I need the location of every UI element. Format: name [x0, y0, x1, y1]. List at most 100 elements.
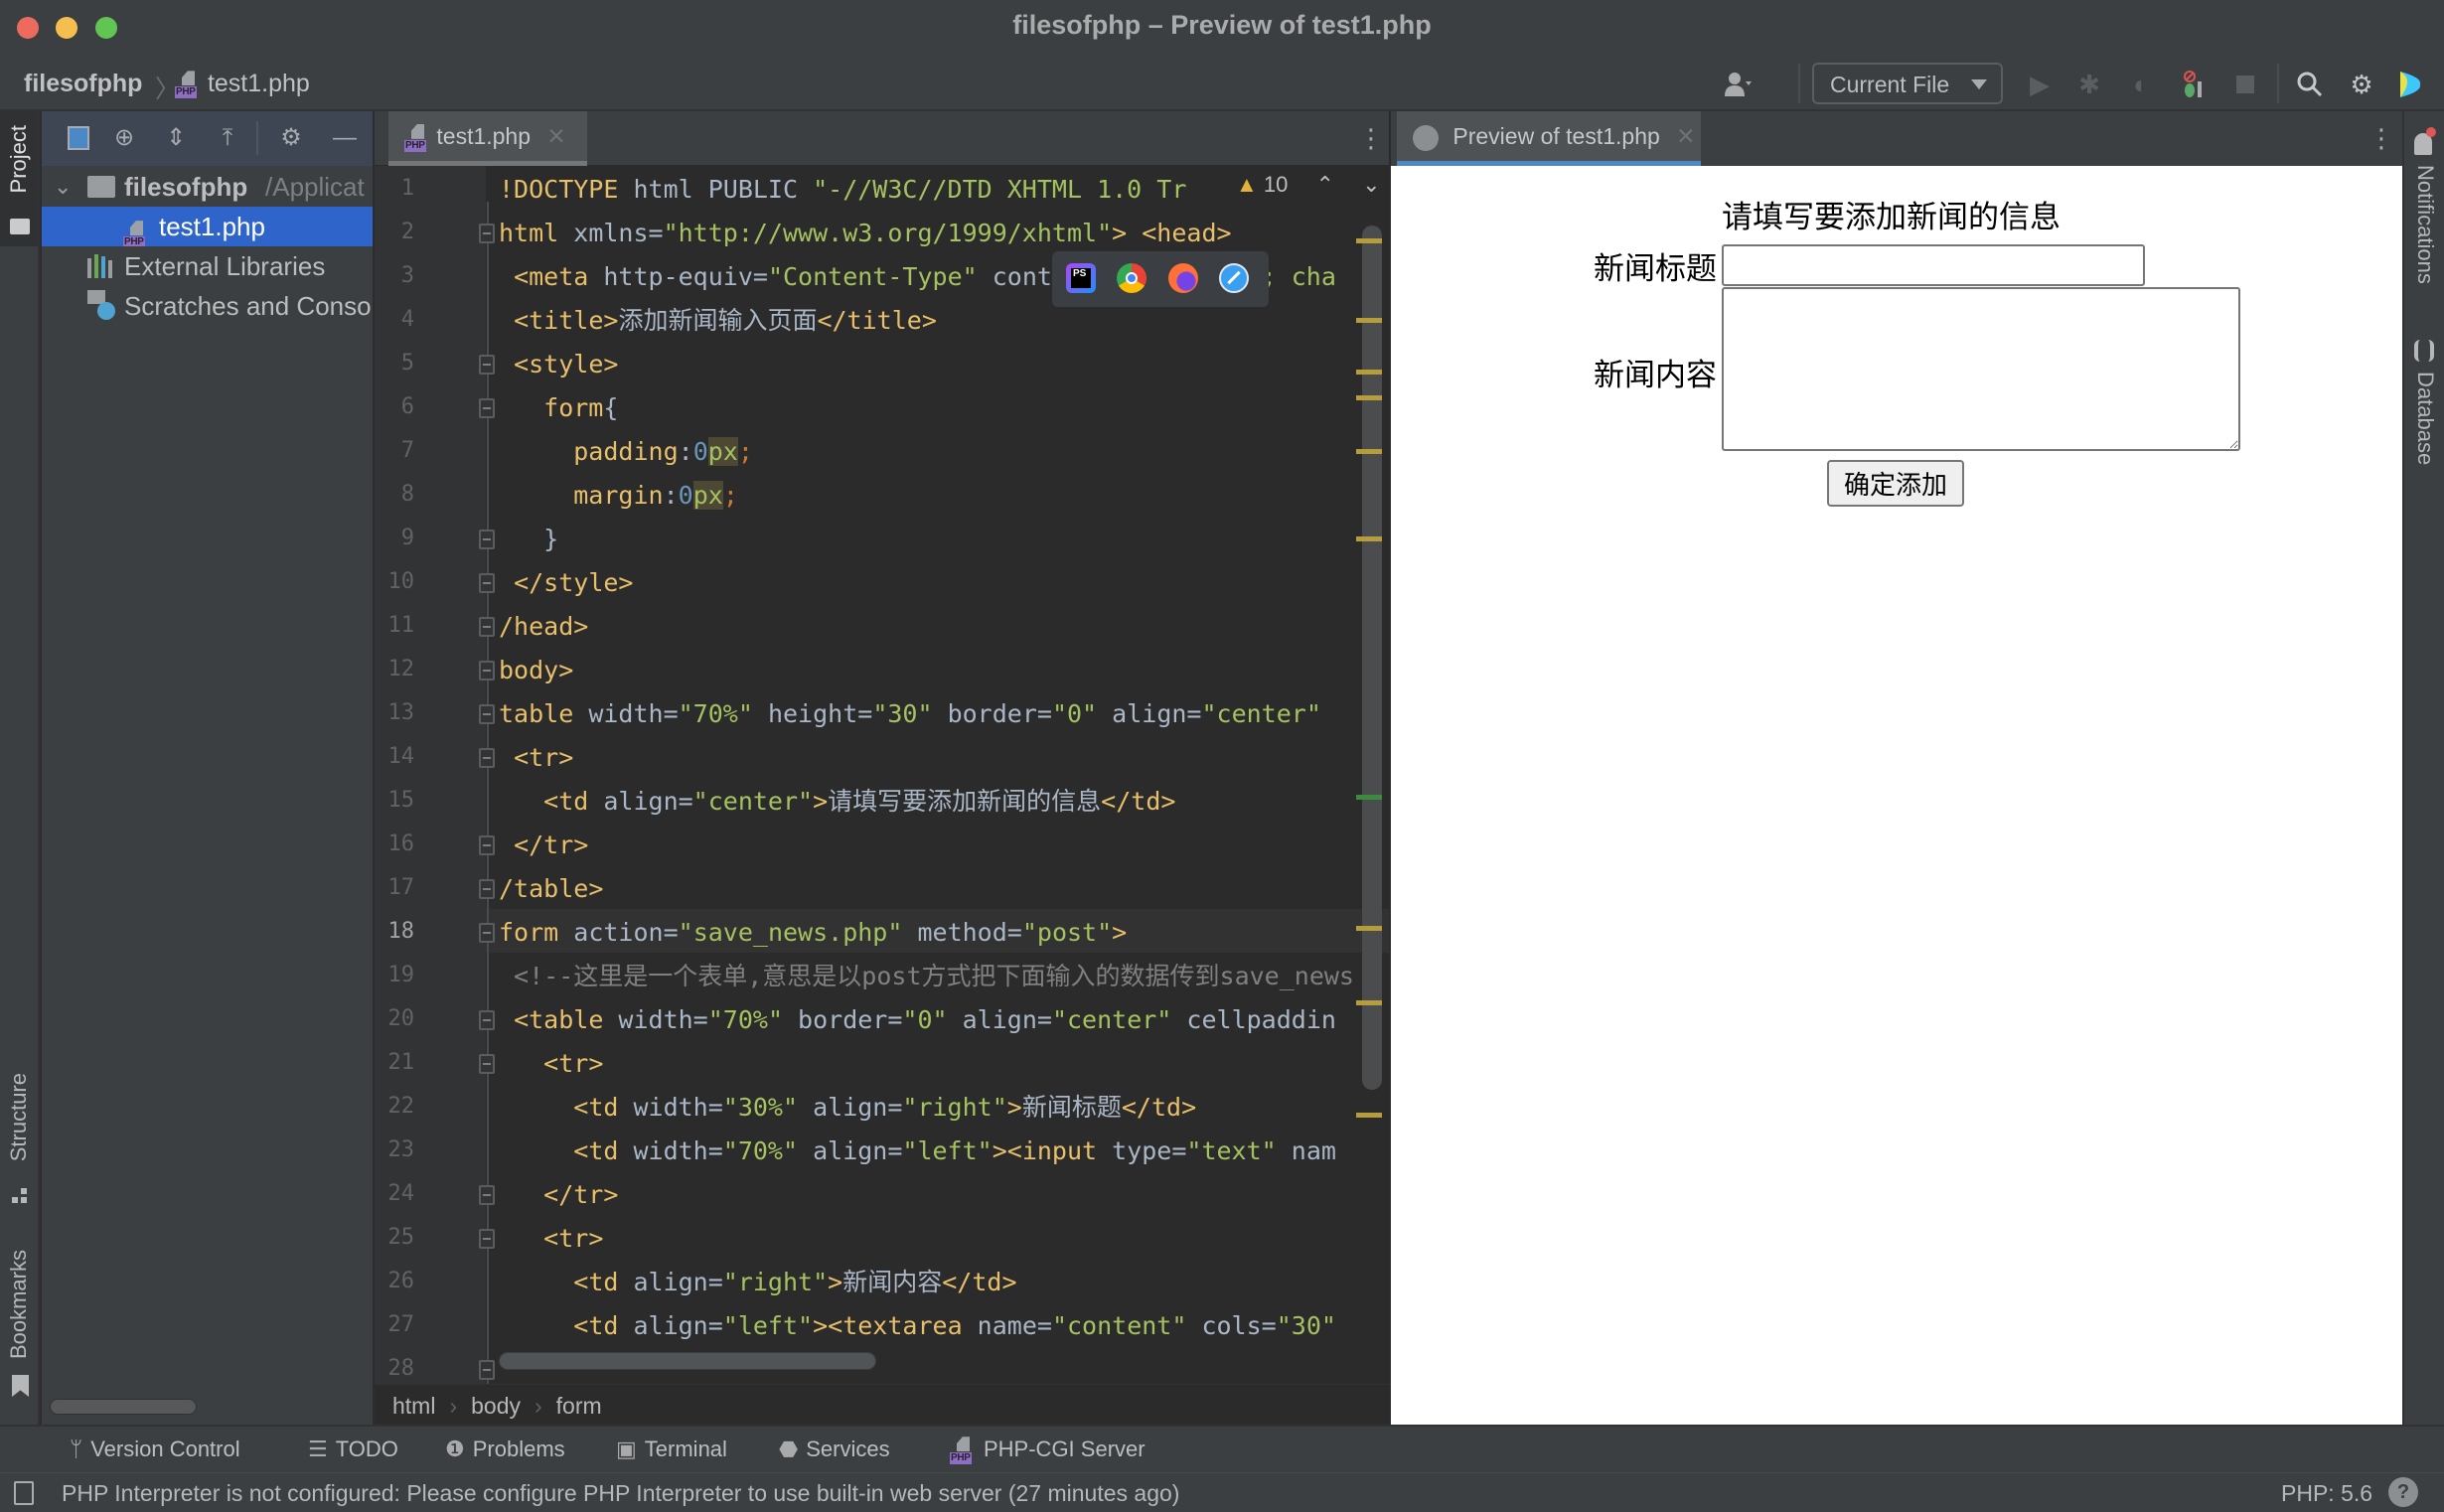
code-line[interactable]: <td width="70%" align="left"><input type… — [499, 1130, 1336, 1173]
vertical-scrollbar[interactable] — [1362, 226, 1382, 1090]
run-configuration-dropdown[interactable]: Current File — [1812, 63, 2003, 104]
code-line[interactable]: <table width="70%" border="0" align="cen… — [499, 998, 1336, 1042]
php-language-level[interactable]: PHP: 5.6 — [2281, 1480, 2372, 1507]
line-number[interactable]: 14 — [375, 744, 415, 769]
tool-window-version-control[interactable]: ᛘ Version Control — [70, 1436, 240, 1462]
collapse-all-icon[interactable]: ⤒ — [213, 123, 242, 153]
select-opened-file-icon[interactable] — [64, 123, 93, 153]
line-number[interactable]: 10 — [375, 569, 415, 594]
line-number[interactable]: 16 — [375, 832, 415, 856]
line-number[interactable]: 8 — [375, 482, 414, 507]
line-number[interactable]: 25 — [375, 1225, 415, 1250]
tab-preview-test1-php[interactable]: Preview of test1.php ✕ — [1397, 111, 1701, 166]
code-line[interactable]: <style> — [499, 343, 618, 386]
tool-window-structure-tab[interactable]: Structure — [6, 1073, 32, 1161]
coverage-icon[interactable]: ◐ — [2126, 70, 2156, 99]
code-line[interactable]: /table> — [499, 867, 603, 911]
safari-icon[interactable] — [1219, 263, 1249, 293]
line-number[interactable]: 5 — [375, 351, 414, 376]
code-line[interactable]: !DOCTYPE html PUBLIC "-//W3C//DTD XHTML … — [499, 168, 1186, 212]
line-number[interactable]: 7 — [375, 438, 414, 463]
tool-window-services[interactable]: ⬣ Services — [779, 1436, 890, 1462]
code-line[interactable]: <td align="right">新闻内容</td> — [499, 1261, 1016, 1304]
line-number[interactable]: 3 — [375, 263, 414, 288]
tool-window-terminal[interactable]: ▣ Terminal — [616, 1436, 727, 1462]
news-content-textarea[interactable] — [1722, 287, 2240, 451]
line-number[interactable]: 24 — [375, 1181, 415, 1206]
code-line[interactable]: <!--这里是一个表单,意思是以post方式把下面输入的数据传到save_new… — [499, 955, 1354, 998]
fold-end-icon[interactable] — [479, 1360, 495, 1380]
tree-item-project-root[interactable]: ⌄ filesofphp /Applicat — [42, 167, 373, 207]
code-line[interactable]: html xmlns="http://www.w3.org/1999/xhtml… — [499, 212, 1232, 255]
tree-item-external-libraries[interactable]: External Libraries — [42, 246, 373, 286]
news-title-input[interactable] — [1722, 244, 2145, 286]
fold-end-icon[interactable] — [479, 529, 495, 549]
fold-collapse-icon[interactable] — [479, 661, 495, 680]
code-line[interactable]: <tr> — [499, 1217, 603, 1261]
tool-window-todo[interactable]: ☰ TODO — [308, 1436, 398, 1462]
code-line[interactable]: margin:0px; — [499, 474, 738, 518]
fold-end-icon[interactable] — [479, 1185, 495, 1205]
toggle-tool-windows-icon[interactable] — [14, 1481, 34, 1505]
tool-window-project-tab[interactable]: Project — [0, 111, 38, 246]
fold-collapse-icon[interactable] — [479, 704, 495, 724]
jetbrains-logo-icon[interactable] — [2394, 70, 2424, 99]
stop-debug-icon[interactable] — [2178, 70, 2208, 99]
more-options-icon[interactable]: ⋮ — [2368, 123, 2394, 154]
tool-window-database-tab[interactable]: Database — [2412, 372, 2438, 465]
breadcrumb-file[interactable]: PHP test1.php — [175, 70, 310, 99]
line-number[interactable]: 28 — [375, 1356, 415, 1381]
next-highlight-icon[interactable]: ⌄ — [1362, 172, 1380, 197]
code-line[interactable]: form{ — [499, 386, 618, 430]
tool-window-notifications-tab[interactable]: Notifications — [2412, 165, 2438, 284]
locate-icon[interactable]: ⊕ — [109, 123, 139, 153]
chrome-icon[interactable] — [1117, 263, 1146, 293]
more-options-icon[interactable]: ⋮ — [1358, 123, 1384, 154]
close-tab-icon[interactable]: ✕ — [546, 123, 565, 149]
breadcrumb-project[interactable]: filesofphp — [24, 70, 142, 98]
line-number[interactable]: 11 — [375, 613, 415, 638]
line-number[interactable]: 9 — [375, 526, 414, 550]
breadcrumb-form[interactable]: form — [556, 1393, 602, 1419]
phpstorm-icon[interactable]: PS — [1066, 263, 1096, 293]
firefox-icon[interactable] — [1168, 263, 1198, 293]
tree-item-test1-php[interactable]: PHP test1.php — [42, 207, 373, 246]
code-line[interactable]: <td align="center">请填写要添加新闻的信息</td> — [499, 780, 1175, 824]
line-number[interactable]: 13 — [375, 700, 415, 725]
code-editor[interactable]: 1 2 3 4 5 6 7 8 9 10 11 12 13 14 15 16 17 18 19 20 21 22 23 24 2… — [375, 166, 1389, 1384]
fold-end-icon[interactable] — [479, 617, 495, 637]
code-line[interactable]: </tr> — [499, 824, 588, 867]
code-line[interactable]: </style> — [499, 561, 633, 605]
fold-collapse-icon[interactable] — [479, 1010, 495, 1030]
breadcrumb-html[interactable]: html — [392, 1393, 435, 1419]
fold-collapse-icon[interactable] — [479, 398, 495, 418]
line-number[interactable]: 6 — [375, 394, 414, 419]
fold-end-icon[interactable] — [479, 879, 495, 899]
tool-window-problems[interactable]: ❶ Problems — [445, 1436, 565, 1462]
code-line[interactable]: <td width="30%" align="right">新闻标题</td> — [499, 1086, 1196, 1130]
line-number[interactable]: 19 — [375, 963, 415, 987]
breadcrumb-body[interactable]: body — [471, 1393, 521, 1419]
code-line[interactable]: } — [499, 518, 558, 561]
help-icon[interactable]: ? — [2388, 1477, 2418, 1507]
fold-collapse-icon[interactable] — [479, 1229, 495, 1249]
line-number[interactable]: 2 — [375, 220, 414, 244]
tool-window-php-cgi-server[interactable]: PHP PHP-CGI Server — [950, 1436, 1146, 1465]
stop-icon[interactable] — [2230, 70, 2260, 99]
debug-icon[interactable]: ✱ — [2074, 70, 2104, 99]
settings-icon[interactable]: ⚙ — [2347, 70, 2376, 99]
previous-highlight-icon[interactable]: ⌃ — [1316, 172, 1334, 197]
line-number[interactable]: 23 — [375, 1137, 415, 1162]
line-number[interactable]: 12 — [375, 657, 415, 681]
settings-icon[interactable]: ⚙ — [276, 123, 306, 153]
line-number[interactable]: 26 — [375, 1269, 415, 1293]
fold-collapse-icon[interactable] — [479, 224, 495, 243]
run-icon[interactable]: ▶ — [2025, 70, 2055, 99]
code-line[interactable]: body> — [499, 649, 573, 692]
inspection-widget[interactable]: ▲ 10 ⌃ ⌄ — [1236, 172, 1381, 198]
code-line[interactable]: <tr> — [499, 736, 573, 780]
line-number[interactable]: 22 — [375, 1094, 415, 1119]
user-icon[interactable] — [1724, 70, 1754, 99]
code-line[interactable]: form action="save_news.php" method="post… — [499, 911, 1127, 955]
fold-end-icon[interactable] — [479, 573, 495, 593]
